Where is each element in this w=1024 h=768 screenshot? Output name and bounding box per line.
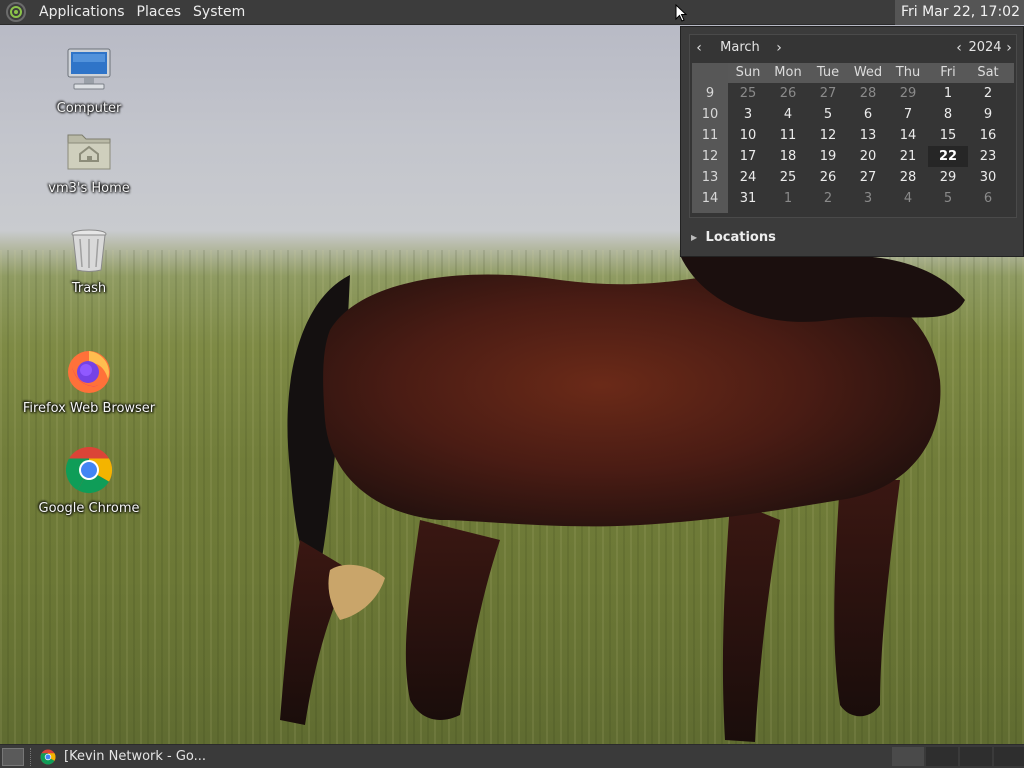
firefox-icon: [68, 351, 110, 393]
calendar-day[interactable]: 18: [768, 146, 808, 167]
calendar-day[interactable]: 15: [928, 125, 968, 146]
week-number: 12: [701, 149, 719, 164]
calendar-day[interactable]: 1: [768, 188, 808, 209]
next-year-icon[interactable]: ›: [1002, 40, 1016, 56]
bottom-panel: [Kevin Network - Go...: [0, 744, 1024, 768]
desktop-icon-firefox[interactable]: Firefox Web Browser: [14, 345, 164, 416]
week-number: 11: [701, 128, 719, 143]
locations-label: Locations: [705, 230, 776, 245]
desktop-icon-label: vm3's Home: [48, 181, 130, 196]
distro-logo-icon[interactable]: [5, 1, 27, 23]
calendar-day[interactable]: 26: [768, 83, 808, 104]
menu-system[interactable]: System: [187, 0, 251, 25]
week-number: 9: [705, 86, 715, 101]
weekday-header: Sat: [977, 65, 999, 80]
calendar-day[interactable]: 10: [728, 125, 768, 146]
workspace-2[interactable]: [926, 747, 958, 766]
calendar-day[interactable]: 30: [968, 167, 1008, 188]
calendar-day[interactable]: 4: [768, 104, 808, 125]
mouse-cursor-icon: [675, 4, 687, 22]
week-number: 14: [701, 191, 719, 206]
clock-applet[interactable]: Fri Mar 22, 17:02: [894, 0, 1024, 25]
locations-expander[interactable]: ▶ Locations: [691, 230, 776, 245]
calendar-day[interactable]: 31: [728, 188, 768, 209]
computer-icon: [67, 48, 111, 90]
calendar-day-today[interactable]: 22: [928, 146, 968, 167]
calendar-popup: ‹ March › ‹ 2024 › Sun Mon Tue Wed Thu Fri Sat…: [680, 26, 1024, 257]
weekday-header: Wed: [853, 65, 883, 80]
calendar-day[interactable]: 5: [808, 104, 848, 125]
calendar-year: 2024: [968, 40, 1002, 55]
calendar-day[interactable]: 21: [888, 146, 928, 167]
calendar-widget: ‹ March › ‹ 2024 › Sun Mon Tue Wed Thu Fri Sat…: [689, 34, 1017, 218]
calendar-day[interactable]: 28: [888, 167, 928, 188]
calendar-day[interactable]: 25: [768, 167, 808, 188]
weekday-header: Sun: [735, 65, 761, 80]
calendar-day[interactable]: 3: [848, 188, 888, 209]
calendar-day[interactable]: 4: [888, 188, 928, 209]
calendar-day[interactable]: 7: [888, 104, 928, 125]
week-number: 13: [701, 170, 719, 185]
desktop-icon-label: Firefox Web Browser: [22, 401, 156, 416]
desktop-icon-computer[interactable]: Computer: [14, 45, 164, 116]
weekday-header: Thu: [895, 65, 921, 80]
trash-icon: [71, 229, 107, 272]
calendar-day[interactable]: 3: [728, 104, 768, 125]
top-panel: Applications Places System Fri Mar 22, 1…: [0, 0, 1024, 25]
calendar-day[interactable]: 11: [768, 125, 808, 146]
calendar-day[interactable]: 9: [968, 104, 1008, 125]
calendar-day[interactable]: 25: [728, 83, 768, 104]
calendar-day[interactable]: 6: [848, 104, 888, 125]
desktop-icon-label: Trash: [71, 281, 107, 296]
calendar-day[interactable]: 6: [968, 188, 1008, 209]
calendar-day[interactable]: 5: [928, 188, 968, 209]
calendar-day[interactable]: 26: [808, 167, 848, 188]
desktop-icon-home[interactable]: vm3's Home: [14, 125, 164, 196]
desktop-icon-label: Google Chrome: [38, 501, 140, 516]
home-folder-icon: [67, 134, 111, 170]
taskbar-window-button[interactable]: [Kevin Network - Go...: [40, 746, 206, 768]
calendar-day[interactable]: 13: [848, 125, 888, 146]
calendar-day[interactable]: 14: [888, 125, 928, 146]
calendar-day[interactable]: 24: [728, 167, 768, 188]
prev-month-icon[interactable]: ‹: [692, 40, 706, 56]
calendar-day[interactable]: 8: [928, 104, 968, 125]
workspace-3[interactable]: [960, 747, 992, 766]
calendar-day[interactable]: 27: [848, 167, 888, 188]
calendar-day[interactable]: 2: [808, 188, 848, 209]
calendar-day[interactable]: 29: [888, 83, 928, 104]
calendar-day[interactable]: 2: [968, 83, 1008, 104]
week-number: 10: [701, 107, 719, 122]
calendar-navigation: ‹ March › ‹ 2024 ›: [690, 35, 1016, 63]
weekday-header: Tue: [816, 65, 840, 80]
prev-year-icon[interactable]: ‹: [952, 40, 966, 56]
taskbar-window-label: [Kevin Network - Go...: [64, 749, 207, 764]
menu-places[interactable]: Places: [131, 0, 188, 25]
chrome-icon: [65, 447, 113, 494]
calendar-day[interactable]: 1: [928, 83, 968, 104]
expander-arrow-icon: ▶: [691, 233, 698, 242]
desktop-icon-trash[interactable]: Trash: [14, 225, 164, 296]
calendar-month: March: [720, 40, 760, 55]
menu-applications[interactable]: Applications: [33, 0, 131, 25]
calendar-day[interactable]: 19: [808, 146, 848, 167]
calendar-day[interactable]: 17: [728, 146, 768, 167]
desktop-icon-label: Computer: [56, 101, 122, 116]
weekday-header: Fri: [940, 65, 956, 80]
chrome-icon: [40, 749, 56, 764]
calendar-day[interactable]: 29: [928, 167, 968, 188]
calendar-day[interactable]: 12: [808, 125, 848, 146]
weekday-header: Mon: [774, 65, 802, 80]
next-month-icon[interactable]: ›: [772, 40, 786, 56]
calendar-day[interactable]: 27: [808, 83, 848, 104]
calendar-day[interactable]: 20: [848, 146, 888, 167]
panel-separator: [30, 747, 32, 766]
workspace-1[interactable]: [892, 747, 924, 766]
calendar-day[interactable]: 28: [848, 83, 888, 104]
calendar-day[interactable]: 16: [968, 125, 1008, 146]
show-desktop-button[interactable]: [2, 747, 24, 766]
desktop-icon-chrome[interactable]: Google Chrome: [14, 445, 164, 516]
workspace-4[interactable]: [994, 747, 1024, 766]
calendar-day[interactable]: 23: [968, 146, 1008, 167]
